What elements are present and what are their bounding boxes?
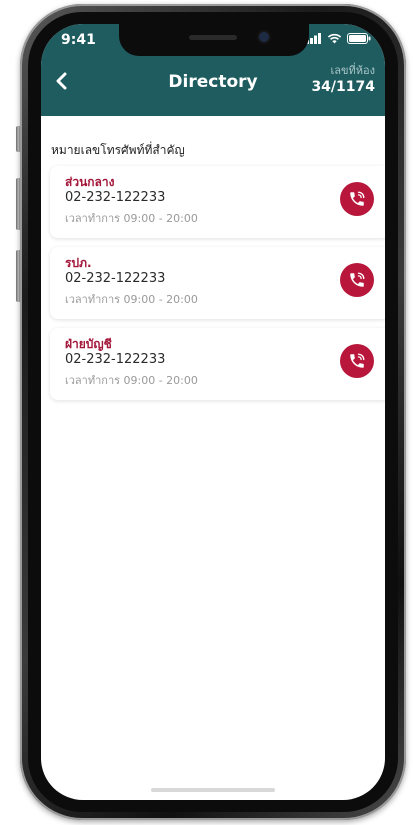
contact-hours: เวลาทำการ 09:00 - 20:00 <box>65 293 198 306</box>
status-time: 9:41 <box>61 32 96 48</box>
status-icons <box>306 33 371 44</box>
home-indicator <box>151 788 275 792</box>
front-camera <box>259 32 269 42</box>
phone-call-icon <box>350 272 365 287</box>
battery-icon <box>347 33 371 44</box>
device-mockup: 9:41 Directory เลขที่ห้อง 34/1174 หมายเล… <box>0 0 413 825</box>
contact-phone: 02-232-122233 <box>65 190 166 205</box>
room-label: เลขที่ห้อง <box>330 64 376 77</box>
contact-hours: เวลาทำการ 09:00 - 20:00 <box>65 374 198 387</box>
app-screen: 9:41 Directory เลขที่ห้อง 34/1174 หมายเล… <box>41 24 385 800</box>
section-heading: หมายเลขโทรศัพท์ที่สำคัญ <box>51 143 185 157</box>
room-number: 34/1174 <box>311 79 375 95</box>
device-notch <box>119 24 309 56</box>
phone-call-icon <box>350 191 365 206</box>
contact-hours: เวลาทำการ 09:00 - 20:00 <box>65 212 198 225</box>
call-button[interactable] <box>340 182 374 216</box>
wifi-icon <box>327 33 342 44</box>
contact-card-central[interactable]: ส่วนกลาง 02-232-122233 เวลาทำการ 09:00 -… <box>50 166 385 238</box>
room-info: เลขที่ห้อง 34/1174 <box>311 64 375 96</box>
contact-phone: 02-232-122233 <box>65 352 166 367</box>
contact-phone: 02-232-122233 <box>65 271 166 286</box>
phone-call-icon <box>350 353 365 368</box>
earpiece-speaker <box>189 35 237 40</box>
contact-card-security[interactable]: รปภ. 02-232-122233 เวลาทำการ 09:00 - 20:… <box>50 247 385 319</box>
call-button[interactable] <box>340 344 374 378</box>
call-button[interactable] <box>340 263 374 297</box>
contact-card-accounting[interactable]: ฝ่ายบัญชี 02-232-122233 เวลาทำการ 09:00 … <box>50 328 385 400</box>
